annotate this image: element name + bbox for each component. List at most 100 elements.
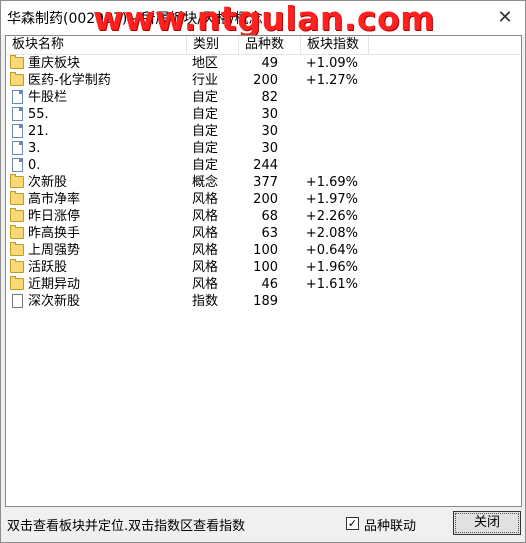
- sector-name-cell: 0.: [8, 157, 188, 174]
- sector-name-cell: 21.: [8, 123, 188, 140]
- sector-list[interactable]: 板块名称 类别 品种数 板块指数 重庆板块 地区 49 +1.09% 医药-化学制药 行业…: [5, 35, 522, 507]
- list-item[interactable]: 上周强势 风格 100 +0.64%: [6, 242, 521, 259]
- list-item[interactable]: 医药-化学制药 行业 200 +1.27%: [6, 72, 521, 89]
- column-header-name[interactable]: 板块名称: [6, 36, 187, 54]
- sector-name-cell: 深次新股: [8, 293, 188, 310]
- sector-name-cell: 牛股栏: [8, 89, 188, 106]
- checkmark-icon: ✓: [347, 517, 358, 530]
- list-item[interactable]: 55. 自定 30: [6, 106, 521, 123]
- document-icon: [12, 141, 23, 155]
- column-header-count[interactable]: 品种数: [239, 36, 301, 54]
- title-bar[interactable]: 华森制药(002907) - 所属板块/风格/概念 www.ntgulan.co…: [1, 0, 525, 38]
- sector-name: 0.: [28, 158, 41, 173]
- sector-category: 自定: [192, 158, 219, 173]
- sector-name: 上周强势: [28, 243, 81, 258]
- list-item[interactable]: 次新股 概念 377 +1.69%: [6, 174, 521, 191]
- sector-index-change: +2.08%: [305, 226, 358, 241]
- sector-count: 244: [253, 158, 278, 173]
- sector-index-change: +2.26%: [305, 209, 358, 224]
- sector-name: 重庆板块: [28, 56, 81, 71]
- sector-category: 风格: [192, 243, 219, 258]
- sector-name: 21.: [28, 124, 49, 139]
- sector-name-cell: 活跃股: [8, 259, 188, 276]
- sector-index-change: [300, 123, 358, 140]
- sector-name: 牛股栏: [28, 90, 68, 105]
- sector-count: 30: [261, 141, 278, 156]
- list-item[interactable]: 3. 自定 30: [6, 140, 521, 157]
- status-hint: 双击查看板块并定位.双击指数区查看指数: [7, 519, 246, 534]
- sector-index-change: [300, 106, 358, 123]
- list-item[interactable]: 昨高换手 风格 63 +2.08%: [6, 225, 521, 242]
- sector-name: 活跃股: [28, 260, 68, 275]
- document-icon: [12, 90, 23, 104]
- sector-index-change: +0.64%: [305, 243, 358, 258]
- sector-index-change: +1.69%: [305, 175, 358, 190]
- linkage-checkbox-label[interactable]: 品种联动: [364, 515, 416, 534]
- sector-name: 昨日涨停: [28, 209, 81, 224]
- column-header-index[interactable]: 板块指数: [301, 36, 369, 54]
- sector-name-cell: 55.: [8, 106, 188, 123]
- sector-count: 100: [253, 243, 278, 258]
- sector-name-cell: 高市净率: [8, 191, 188, 208]
- close-button[interactable]: 关闭: [453, 511, 521, 535]
- sector-name-cell: 次新股: [8, 174, 188, 191]
- sector-name-cell: 医药-化学制药: [8, 72, 188, 89]
- sector-category: 地区: [192, 56, 219, 71]
- list-item[interactable]: 0. 自定 244: [6, 157, 521, 174]
- sector-index-change: +1.96%: [305, 260, 358, 275]
- dialog-window: 华森制药(002907) - 所属板块/风格/概念 www.ntgulan.co…: [0, 0, 526, 543]
- sector-index-change: [300, 293, 358, 310]
- folder-icon: [10, 276, 24, 290]
- list-item[interactable]: 高市净率 风格 200 +1.97%: [6, 191, 521, 208]
- list-item[interactable]: 昨日涨停 风格 68 +2.26%: [6, 208, 521, 225]
- sector-category: 指数: [192, 294, 219, 309]
- sector-name-cell: 昨高换手: [8, 225, 188, 242]
- sector-count: 189: [253, 294, 278, 309]
- sector-name: 55.: [28, 107, 49, 122]
- list-item[interactable]: 重庆板块 地区 49 +1.09%: [6, 55, 521, 72]
- sector-category: 自定: [192, 107, 219, 122]
- watermark: www.ntgulan.com: [93, 0, 435, 38]
- sector-index-change: [300, 140, 358, 157]
- sector-category: 风格: [192, 226, 219, 241]
- column-header-category[interactable]: 类别: [187, 36, 239, 54]
- sector-category: 风格: [192, 192, 219, 207]
- sector-index-change: [300, 157, 358, 174]
- folder-icon: [10, 259, 24, 273]
- sector-count: 63: [261, 226, 278, 241]
- linkage-checkbox[interactable]: ✓: [346, 517, 359, 530]
- sector-name-cell: 3.: [8, 140, 188, 157]
- folder-icon: [10, 55, 24, 69]
- list-item[interactable]: 活跃股 风格 100 +1.96%: [6, 259, 521, 276]
- close-icon[interactable]: ✕: [491, 5, 519, 29]
- document-icon: [12, 158, 23, 172]
- sector-name-cell: 近期异动: [8, 276, 188, 293]
- sector-count: 46: [261, 277, 278, 292]
- sector-name: 深次新股: [28, 294, 81, 309]
- sector-count: 200: [253, 192, 278, 207]
- sector-category: 概念: [192, 175, 219, 190]
- sector-category: 自定: [192, 124, 219, 139]
- sector-name: 昨高换手: [28, 226, 81, 241]
- sector-name: 3.: [28, 141, 41, 156]
- sector-count: 377: [253, 175, 278, 190]
- list-item[interactable]: 牛股栏 自定 82: [6, 89, 521, 106]
- list-item[interactable]: 深次新股 指数 189: [6, 293, 521, 310]
- list-item[interactable]: 近期异动 风格 46 +1.61%: [6, 276, 521, 293]
- sector-count: 49: [261, 56, 278, 71]
- sector-category: 行业: [192, 73, 219, 88]
- folder-icon: [10, 208, 24, 222]
- list-item[interactable]: 21. 自定 30: [6, 123, 521, 140]
- folder-icon: [10, 174, 24, 188]
- folder-icon: [10, 225, 24, 239]
- sector-category: 自定: [192, 141, 219, 156]
- sector-category: 风格: [192, 277, 219, 292]
- sector-name: 近期异动: [28, 277, 81, 292]
- sector-count: 30: [261, 107, 278, 122]
- sector-name-cell: 昨日涨停: [8, 208, 188, 225]
- sector-category: 风格: [192, 260, 219, 275]
- sector-count: 100: [253, 260, 278, 275]
- sector-name-cell: 重庆板块: [8, 55, 188, 72]
- document-icon: [12, 124, 23, 138]
- sector-name: 医药-化学制药: [28, 73, 111, 88]
